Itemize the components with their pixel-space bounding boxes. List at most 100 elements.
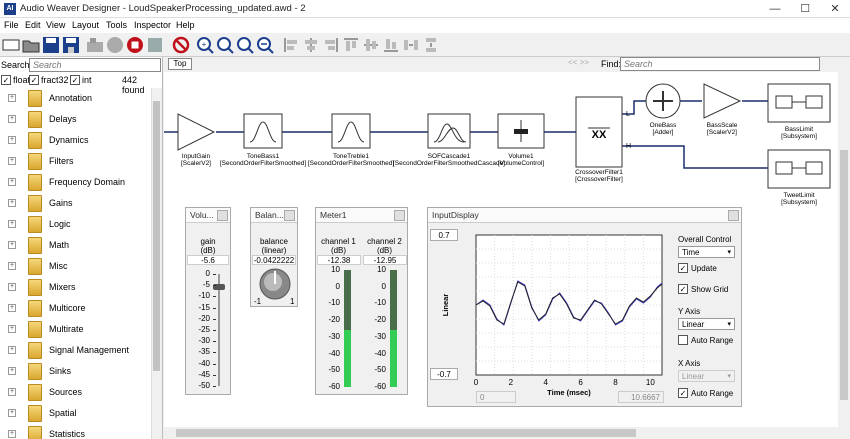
tree-item-sources[interactable]: + Sources <box>0 382 151 403</box>
tone-bass-module[interactable] <box>243 113 283 149</box>
expand-icon[interactable]: + <box>8 388 16 396</box>
align-left-icon[interactable] <box>282 36 300 54</box>
record-icon[interactable] <box>146 36 164 54</box>
close-button[interactable]: ✕ <box>820 0 850 18</box>
minimize-button[interactable]: — <box>760 0 790 18</box>
align-center-icon[interactable] <box>302 36 320 54</box>
tree-item-statistics[interactable]: + Statistics <box>0 424 151 439</box>
tree-item-logic[interactable]: + Logic <box>0 214 151 235</box>
tree-item-math[interactable]: + Math <box>0 235 151 256</box>
tree-item-sinks[interactable]: + Sinks <box>0 361 151 382</box>
expand-icon[interactable]: + <box>8 94 16 102</box>
stop-icon[interactable] <box>126 36 144 54</box>
tree-item-delays[interactable]: + Delays <box>0 109 151 130</box>
align-middle-icon[interactable] <box>362 36 380 54</box>
show-grid-checkbox[interactable]: ✓ <box>678 284 688 294</box>
expand-icon[interactable]: + <box>8 241 16 249</box>
overall-control-select[interactable]: Time ▾ <box>678 246 735 258</box>
menu-file[interactable]: File <box>4 20 19 30</box>
expand-icon[interactable]: + <box>8 157 16 165</box>
expand-icon[interactable]: + <box>8 136 16 144</box>
expand-icon[interactable]: + <box>8 409 16 417</box>
balance-panel-close-button[interactable] <box>284 210 295 221</box>
volume-gain-value[interactable]: -5.6 <box>187 255 229 265</box>
bass-limit-module[interactable] <box>767 83 831 123</box>
update-checkbox[interactable]: ✓ <box>678 263 688 273</box>
tree-item-spatial[interactable]: + Spatial <box>0 403 151 424</box>
zoom-100-icon[interactable] <box>216 36 234 54</box>
balance-panel[interactable]: Balan... balance (linear) -0.0422222 -1 … <box>250 207 298 307</box>
volume-panel-close-button[interactable] <box>217 210 228 221</box>
tree-item-misc[interactable]: + Misc <box>0 256 151 277</box>
tweet-limit-module[interactable] <box>767 149 831 189</box>
y-axis-select[interactable]: Linear ▾ <box>678 318 735 330</box>
expand-icon[interactable]: + <box>8 262 16 270</box>
save-icon[interactable] <box>42 36 60 54</box>
expand-icon[interactable]: + <box>8 283 16 291</box>
design-canvas[interactable]: InputGain [ScalerV2] ToneBass1 [SecondOr… <box>164 72 838 427</box>
meter-panel-close-button[interactable] <box>394 210 405 221</box>
canvas-vertical-scrollbar-thumb[interactable] <box>840 150 848 400</box>
zoom-in-icon[interactable]: + <box>196 36 214 54</box>
align-top-icon[interactable] <box>342 36 360 54</box>
menu-view[interactable]: View <box>46 20 65 30</box>
align-bottom-icon[interactable] <box>382 36 400 54</box>
tree-item-signal-management[interactable]: + Signal Management <box>0 340 151 361</box>
balance-knob[interactable] <box>256 268 294 302</box>
expand-icon[interactable]: + <box>8 178 16 186</box>
new-file-icon[interactable] <box>2 36 20 54</box>
build-icon[interactable] <box>86 36 104 54</box>
input-gain-module[interactable] <box>177 113 216 151</box>
tree-item-multirate[interactable]: + Multirate <box>0 319 151 340</box>
tree-item-gains[interactable]: + Gains <box>0 193 151 214</box>
volume-panel[interactable]: Volu... gain (dB) -5.6 0 -5 -10 -15 -20 -25 -3… <box>185 207 231 395</box>
no-entry-icon[interactable] <box>172 36 190 54</box>
find-input[interactable] <box>620 57 820 71</box>
zoom-out-icon[interactable] <box>256 36 274 54</box>
tab-top[interactable]: Top <box>168 58 192 70</box>
expand-icon[interactable]: + <box>8 115 16 123</box>
align-right-icon[interactable] <box>322 36 340 54</box>
menu-tools[interactable]: Tools <box>106 20 127 30</box>
save-as-icon[interactable] <box>62 36 80 54</box>
x-auto-range-checkbox[interactable]: ✓ <box>678 388 688 398</box>
tree-scrollbar-thumb[interactable] <box>153 101 160 371</box>
run-icon[interactable] <box>106 36 124 54</box>
tree-item-frequency-domain[interactable]: + Frequency Domain <box>0 172 151 193</box>
balance-value[interactable]: -0.0422222 <box>252 255 296 265</box>
expand-icon[interactable]: + <box>8 367 16 375</box>
module-search-input[interactable] <box>29 58 161 72</box>
menu-layout[interactable]: Layout <box>72 20 99 30</box>
expand-icon[interactable]: + <box>8 346 16 354</box>
menu-edit[interactable]: Edit <box>25 20 41 30</box>
menu-inspector[interactable]: Inspector <box>134 20 171 30</box>
distribute-v-icon[interactable] <box>422 36 440 54</box>
volume-slider-track[interactable] <box>218 274 220 386</box>
float-checkbox[interactable]: ✓ <box>1 75 11 85</box>
menu-help[interactable]: Help <box>176 20 195 30</box>
expand-icon[interactable]: + <box>8 304 16 312</box>
open-folder-icon[interactable] <box>22 36 40 54</box>
tone-treble-module[interactable] <box>331 113 371 149</box>
y-auto-range-checkbox[interactable] <box>678 335 688 345</box>
input-display-close-button[interactable] <box>728 210 739 221</box>
meter-panel[interactable]: Meter1 channel 1 (dB) channel 2 (dB) -12… <box>315 207 408 395</box>
tree-item-mixers[interactable]: + Mixers <box>0 277 151 298</box>
expand-icon[interactable]: + <box>8 220 16 228</box>
x-axis-select[interactable]: Linear ▾ <box>678 370 735 382</box>
tree-item-annotation[interactable]: + Annotation <box>0 88 151 109</box>
input-display-panel[interactable]: InputDisplay 0.7 -0.7 0 10.6667 0 2 4 6 8 10 T… <box>427 207 742 407</box>
nav-arrows[interactable]: << >> <box>568 58 589 67</box>
bass-scale-module[interactable] <box>703 83 742 119</box>
expand-icon[interactable]: + <box>8 325 16 333</box>
int-checkbox[interactable]: ✓ <box>70 75 80 85</box>
tree-item-filters[interactable]: + Filters <box>0 151 151 172</box>
zoom-fit-icon[interactable] <box>236 36 254 54</box>
expand-icon[interactable]: + <box>8 199 16 207</box>
tree-item-multicore[interactable]: + Multicore <box>0 298 151 319</box>
time-plot[interactable]: 0 2 4 6 8 10 Time (msec) Linear <box>428 230 673 410</box>
tree-item-dynamics[interactable]: + Dynamics <box>0 130 151 151</box>
expand-icon[interactable]: + <box>8 430 16 438</box>
fract32-checkbox[interactable]: ✓ <box>29 75 39 85</box>
maximize-button[interactable]: ☐ <box>790 0 820 18</box>
